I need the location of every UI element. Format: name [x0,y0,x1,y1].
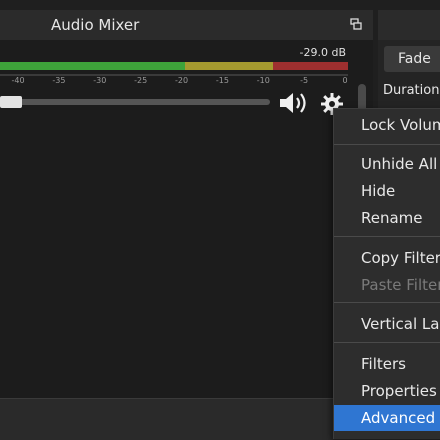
menu-separator [334,236,440,237]
meter-ticks: -40 -35 -30 -25 -20 -15 -10 -5 0 [0,76,348,90]
menu-item-paste-filters: Paste Filters [334,272,440,298]
menu-item-label: Vertical Layout [361,315,440,333]
menu-item-copy-filters[interactable]: Copy Filters [334,245,440,271]
menu-item-vertical-layout[interactable]: Vertical Layout [334,311,440,337]
menu-item-hide[interactable]: Hide [334,178,440,204]
menu-item-label: Advanced Audio Properties [361,409,440,427]
undock-icon[interactable] [350,18,362,30]
menu-item-label: Paste Filters [361,276,440,294]
menu-item-advanced-audio-properties[interactable]: Advanced Audio Properties [334,405,440,431]
meter-tick-label: 0 [342,76,348,85]
meter-tick-label: -40 [11,76,25,85]
menu-item-lock-volume[interactable]: Lock Volume [334,112,440,138]
volume-slider-handle[interactable] [0,96,22,108]
audio-mixer-title: Audio Mixer [51,16,140,34]
volume-slider[interactable] [0,99,270,105]
meter-green-segment [0,62,185,70]
menu-separator [334,302,440,303]
db-readout: -29.0 dB [299,46,347,59]
volume-meter [0,62,348,70]
transitions-header [378,10,440,40]
meter-tick-label: -25 [134,76,148,85]
audio-mixer-header: Audio Mixer [0,10,373,40]
meter-tick-label: -5 [300,76,309,85]
transition-select-label: Fade [398,51,431,67]
meter-tick-label: -20 [174,76,189,85]
menu-item-label: Properties [361,382,437,400]
meter-tick-label: -15 [215,76,229,85]
menu-separator [334,342,440,343]
menu-item-label: Filters [361,355,406,373]
speaker-icon[interactable] [278,90,308,116]
menu-item-label: Unhide All [361,155,438,173]
meter-tick-label: -30 [93,76,107,85]
menu-item-unhide-all[interactable]: Unhide All [334,151,440,177]
transition-select[interactable]: Fade [384,46,440,72]
obs-window: Audio Mixer -29.0 dB -40 -35 -30 -25 -20 -15-… [0,0,440,440]
context-menu: Lock Volume Unhide All Hide Rename Copy … [333,108,440,439]
audio-mixer-panel: -29.0 dB -40 -35 -30 -25 -20 -15 -10 -5 0 [0,40,373,398]
menu-item-properties[interactable]: Properties [334,378,440,404]
meter-yellow-segment [185,62,273,70]
menu-item-label: Copy Filters [361,249,440,267]
menu-item-label: Rename [361,209,423,227]
menu-item-filters[interactable]: Filters [334,351,440,377]
meter-tick-label: -10 [256,76,270,85]
meter-tick-label: -35 [52,76,66,85]
menu-item-label: Lock Volume [361,116,440,134]
meter-red-segment [273,62,348,70]
menu-item-rename[interactable]: Rename [334,205,440,231]
menu-separator [334,144,440,145]
menu-item-label: Hide [361,182,396,200]
duration-label: Duration [383,83,440,98]
